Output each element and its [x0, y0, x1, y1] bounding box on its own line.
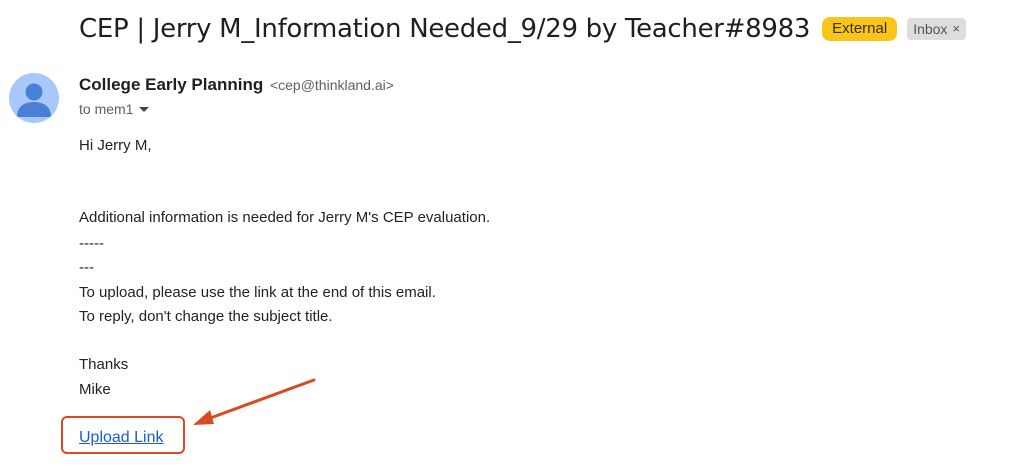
sender-avatar[interactable] [9, 73, 59, 123]
person-icon [17, 83, 51, 117]
inbox-label-text: Inbox [913, 21, 948, 37]
recipient-row: to mem1 [79, 101, 150, 117]
body-line-1: Additional information is needed for Jer… [79, 209, 491, 226]
body-line-2: ----- [79, 235, 104, 252]
remove-label-icon[interactable]: × [952, 20, 960, 38]
email-subject: CEP | Jerry M_Information Needed_9/29 by… [79, 14, 811, 44]
sender-email: <cep@thinkland.ai> [269, 77, 394, 93]
external-label: External [822, 17, 898, 41]
greeting: Hi Jerry M, [79, 137, 152, 154]
body-line-3: --- [79, 259, 94, 276]
sender-name[interactable]: College Early Planning [79, 75, 263, 94]
inbox-label[interactable]: Inbox × [907, 18, 967, 40]
sender-line: College Early Planning <cep@thinkland.ai… [79, 75, 394, 95]
caret-down-icon[interactable] [139, 106, 150, 112]
body-line-5: To reply, don't change the subject title… [79, 308, 333, 325]
body-line-4: To upload, please use the link at the en… [79, 284, 436, 301]
thanks-line: Thanks [79, 356, 129, 373]
signature-line: Mike [79, 381, 111, 398]
subject-row: CEP | Jerry M_Information Needed_9/29 by… [79, 14, 967, 44]
upload-link[interactable]: Upload Link [79, 429, 164, 447]
arrow-icon [193, 378, 316, 425]
recipient-text: to mem1 [79, 101, 134, 117]
